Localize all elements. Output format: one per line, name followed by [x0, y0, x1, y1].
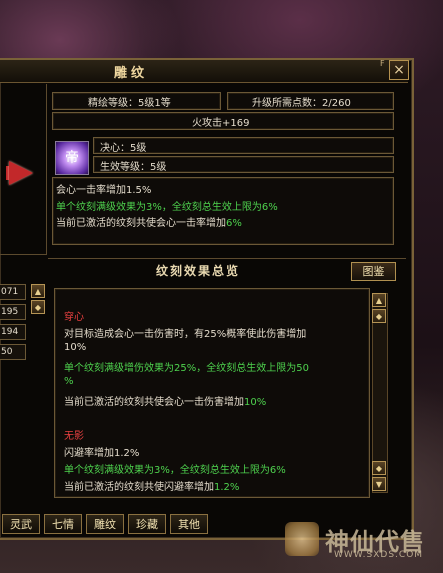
effect-active-line-2: 当前已激活的纹刻共使闪避率增加1.2% — [64, 478, 239, 493]
level-text: 精绘等级：5级1等 — [88, 98, 171, 109]
effect-line: 10% — [64, 342, 87, 353]
scroll-thumb-bottom[interactable]: ◆ — [372, 461, 386, 475]
detail-line-3-value: 6% — [226, 218, 242, 229]
scroll-up-button[interactable]: ▲ — [372, 293, 386, 307]
attack-text: 火攻击+169 — [192, 118, 250, 129]
effect-level-text: 生效等级：5级 — [100, 162, 167, 173]
left-list-item[interactable]: 194 — [0, 324, 26, 340]
effect-section-title-1: 穿心 — [64, 312, 84, 323]
effect-active-value: 10% — [244, 397, 267, 408]
left-list-item[interactable]: 50 — [0, 344, 26, 360]
left-list-item[interactable]: 071 — [0, 284, 26, 300]
effect-active-line-1: 当前已激活的纹刻共使会心一击伤害增加10% — [64, 393, 266, 408]
scroll-down-button[interactable]: ▼ — [372, 477, 386, 491]
resize-corner-icon[interactable]: F — [380, 59, 385, 68]
rune-icon[interactable]: 帝 — [55, 141, 89, 175]
points-text: 升级所需点数：2/260 — [252, 98, 351, 109]
tab-diaowen[interactable]: 雕纹 — [86, 514, 124, 534]
tab-zhencang[interactable]: 珍藏 — [128, 514, 166, 534]
detail-line-2: 单个纹刻满级效果为3%，全纹刻总生效上限为6% — [56, 202, 278, 213]
close-button[interactable]: × — [389, 60, 409, 80]
left-list-item[interactable]: 195 — [0, 304, 26, 320]
effect-line: 对目标造成会心一击伤害时，有25%概率使此伤害增加 — [64, 329, 307, 340]
right-arrow-icon — [9, 161, 33, 185]
left-scroll-up-button[interactable]: ▲ — [31, 284, 45, 298]
scroll-thumb-top[interactable]: ◆ — [372, 309, 386, 323]
window-title: 雕纹 — [113, 66, 148, 81]
effect-active-value: 1.2% — [214, 482, 240, 493]
rune-name-text: 决心：5级 — [100, 143, 147, 154]
tab-qita[interactable]: 其他 — [170, 514, 208, 534]
effect-section-title-2: 无影 — [64, 431, 84, 442]
left-scroll-thumb[interactable]: ◆ — [31, 300, 45, 314]
tab-lingwu[interactable]: 灵武 — [2, 514, 40, 534]
detail-line-3: 当前已激活的纹刻共使会心一击率增加6% — [56, 214, 242, 229]
tab-qiqing[interactable]: 七情 — [44, 514, 82, 534]
effect-line: 闪避率增加1.2% — [64, 448, 140, 459]
watermark-url: WWW.SXDS.COM — [334, 550, 424, 560]
detail-line-1: 会心一击率增加1.5% — [56, 185, 152, 196]
effects-title: 纹刻效果总览 — [155, 264, 240, 278]
effect-line: 单个纹刻满级增伤效果为25%，全纹刻总生效上限为50 — [64, 363, 309, 374]
effect-active-prefix: 当前已激活的纹刻共使闪避率增加 — [64, 482, 214, 493]
effect-line: 单个纹刻满级效果为3%，全纹刻总生效上限为6% — [64, 465, 286, 476]
gallery-button[interactable]: 图鉴 — [351, 262, 396, 281]
effect-line: % — [64, 376, 74, 387]
detail-line-3-prefix: 当前已激活的纹刻共使会心一击率增加 — [56, 218, 226, 229]
effect-active-prefix: 当前已激活的纹刻共使会心一击伤害增加 — [64, 397, 244, 408]
watermark-logo — [285, 522, 319, 556]
